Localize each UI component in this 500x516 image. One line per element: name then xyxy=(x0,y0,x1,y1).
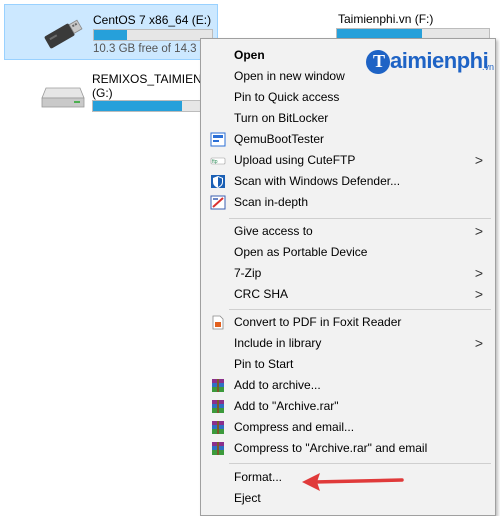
menu-item-pin-quick-access[interactable]: Pin to Quick access xyxy=(201,87,495,108)
menu-separator xyxy=(229,463,491,464)
menu-item-crc-sha[interactable]: CRC SHA > xyxy=(201,284,495,305)
submenu-chevron-icon: > xyxy=(474,265,483,281)
menu-item-label: Add to archive... xyxy=(234,378,321,392)
menu-item-label: Include in library xyxy=(234,336,322,350)
logo-mark: T xyxy=(366,50,390,74)
menu-item-add-archive[interactable]: Add to archive... xyxy=(201,375,495,396)
menu-item-qemu[interactable]: QemuBootTester xyxy=(201,129,495,150)
menu-item-foxit[interactable]: Convert to PDF in Foxit Reader xyxy=(201,312,495,333)
scan-icon xyxy=(210,195,226,210)
menu-item-label: Pin to Quick access xyxy=(234,90,340,104)
submenu-chevron-icon: > xyxy=(474,152,483,168)
drive-name: Taimienphi.vn (F:) xyxy=(338,12,434,26)
winrar-icon xyxy=(212,421,224,434)
drive-usage-bar xyxy=(92,100,212,112)
menu-item-add-archive-rar[interactable]: Add to "Archive.rar" xyxy=(201,396,495,417)
menu-item-compress-rar-email[interactable]: Compress to "Archive.rar" and email xyxy=(201,438,495,459)
menu-item-label: Compress and email... xyxy=(234,420,355,434)
menu-item-label: Open xyxy=(234,48,265,62)
menu-item-label: Compress to "Archive.rar" and email xyxy=(234,441,428,455)
menu-item-compress-email[interactable]: Compress and email... xyxy=(201,417,495,438)
menu-item-label: Give access to xyxy=(234,224,313,238)
menu-item-label: Scan with Windows Defender... xyxy=(234,174,401,188)
defender-icon xyxy=(211,175,225,188)
drive-letter: (G:) xyxy=(92,86,113,100)
menu-item-cuteftp[interactable]: ftp Upload using CuteFTP > xyxy=(201,150,495,171)
menu-item-label: CRC SHA xyxy=(234,287,289,301)
submenu-chevron-icon: > xyxy=(474,223,483,239)
logo-initial: T xyxy=(373,51,386,71)
submenu-chevron-icon: > xyxy=(474,286,483,302)
menu-item-label: Open as Portable Device xyxy=(234,245,368,259)
cuteftp-icon: ftp xyxy=(210,157,226,165)
menu-item-label: Eject xyxy=(234,491,261,505)
logo-text: aimienphi xyxy=(390,48,489,73)
drive-tile-g[interactable]: REMIXOS_TAIMIENPHI (G:) xyxy=(4,64,222,118)
drive-usage-fill xyxy=(94,30,128,40)
usb-drive-icon xyxy=(44,19,83,49)
menu-item-label: Upload using CuteFTP xyxy=(234,153,356,167)
annotation-arrow-icon xyxy=(302,473,404,491)
drive-free-space: 10.3 GB free of 14.3 GB xyxy=(93,43,217,55)
menu-item-label: Open in new window xyxy=(234,69,345,83)
winrar-icon xyxy=(212,442,224,455)
menu-item-label: Format... xyxy=(234,470,283,484)
menu-item-portable-device[interactable]: Open as Portable Device xyxy=(201,242,495,263)
winrar-icon xyxy=(212,379,224,392)
menu-separator xyxy=(229,309,491,310)
drive-tile-e[interactable]: CentOS 7 x86_64 (E:) 10.3 GB free of 14.… xyxy=(4,4,218,60)
menu-separator xyxy=(229,218,491,219)
menu-item-pin-start[interactable]: Pin to Start xyxy=(201,354,495,375)
drive-usage-fill xyxy=(93,101,182,111)
menu-item-label: Pin to Start xyxy=(234,357,294,371)
menu-item-label: QemuBootTester xyxy=(234,132,325,146)
menu-item-bitlocker[interactable]: Turn on BitLocker xyxy=(201,108,495,129)
menu-item-scan-in-depth[interactable]: Scan in-depth xyxy=(201,192,495,213)
qemu-icon xyxy=(210,132,226,147)
menu-item-label: Convert to PDF in Foxit Reader xyxy=(234,315,402,329)
menu-item-label: 7-Zip xyxy=(234,266,262,280)
menu-item-defender[interactable]: Scan with Windows Defender... xyxy=(201,171,495,192)
menu-item-label: Scan in-depth xyxy=(234,195,309,209)
menu-item-include-library[interactable]: Include in library > xyxy=(201,333,495,354)
hard-drive-icon xyxy=(41,87,85,108)
menu-item-label: Turn on BitLocker xyxy=(234,111,329,125)
menu-item-label: Add to "Archive.rar" xyxy=(234,399,339,413)
svg-text:ftp: ftp xyxy=(212,159,218,165)
taimienphi-logo: T aimienphi .vn xyxy=(362,48,496,82)
submenu-chevron-icon: > xyxy=(474,335,483,351)
foxit-icon xyxy=(212,315,224,330)
menu-item-7zip[interactable]: 7-Zip > xyxy=(201,263,495,284)
context-menu: Open Open in new window Pin to Quick acc… xyxy=(200,38,496,516)
drive-name: CentOS 7 x86_64 (E:) xyxy=(93,13,212,27)
logo-suffix: .vn xyxy=(482,62,495,72)
drive-usage-bar xyxy=(93,29,213,41)
menu-item-give-access[interactable]: Give access to > xyxy=(201,221,495,242)
winrar-icon xyxy=(212,400,224,413)
